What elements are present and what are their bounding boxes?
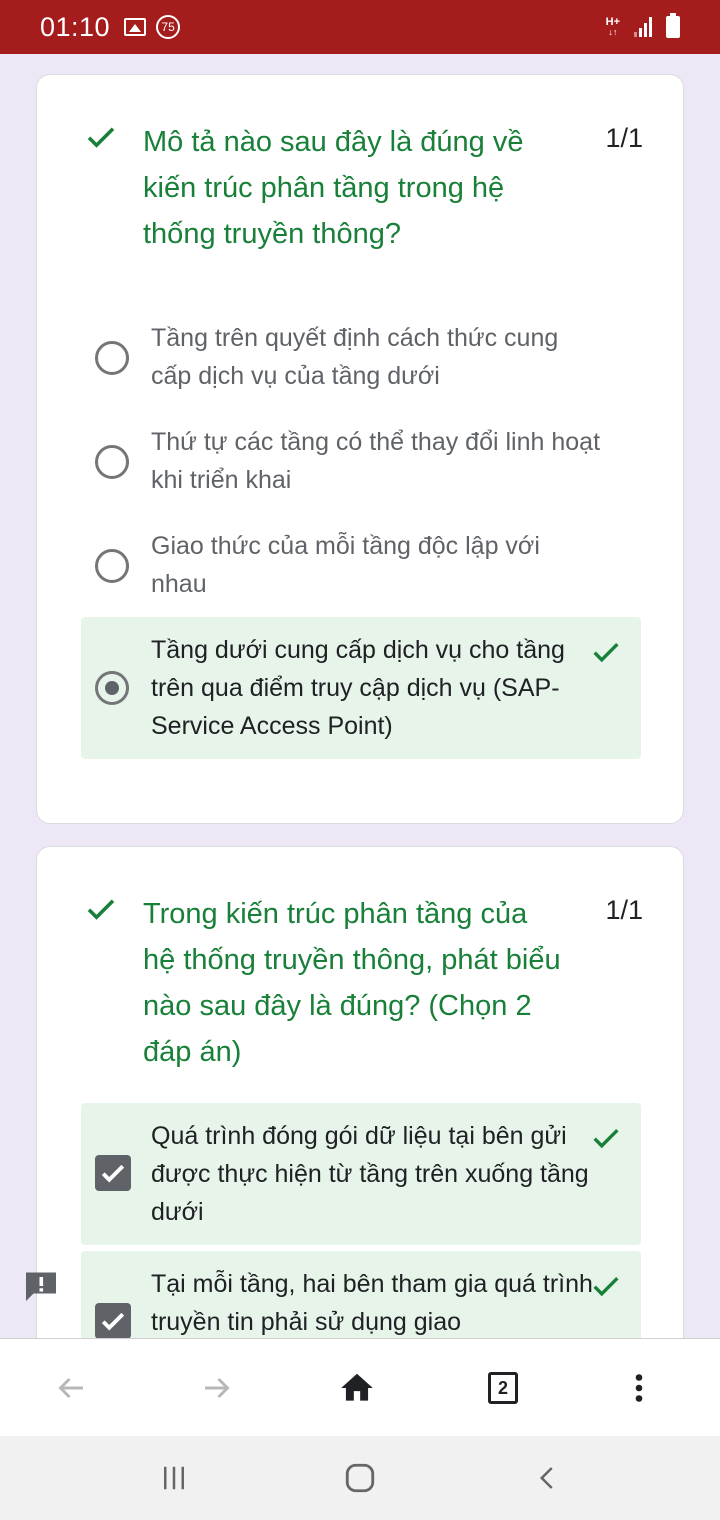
checkmark-icon [101, 1164, 125, 1183]
more-vert-icon [635, 1374, 643, 1402]
gallery-notification-icon [124, 18, 147, 36]
arrow-right-icon [205, 1377, 230, 1399]
question-title: Mô tả nào sau đây là đúng về kiến trúc p… [143, 126, 524, 250]
question-card: Mô tả nào sau đây là đúng về kiến trúc p… [36, 74, 684, 824]
option-label: Tầng dưới cung cấp dịch vụ cho tầng trên… [151, 636, 565, 740]
form-content[interactable]: Mô tả nào sau đây là đúng về kiến trúc p… [0, 54, 720, 1338]
question-card: Trong kiến trúc phân tầng của hệ thống t… [36, 846, 684, 1338]
radio-button[interactable] [95, 341, 129, 375]
answer-option-correct-selected[interactable]: Quá trình đóng gói dữ liệu tại bên gửi đ… [81, 1103, 641, 1245]
home-button[interactable] [332, 1363, 382, 1413]
home-circle-icon [345, 1463, 375, 1493]
back-button[interactable] [46, 1363, 96, 1413]
checkmark-icon [101, 1312, 125, 1331]
radio-button[interactable] [95, 549, 129, 583]
forward-button[interactable] [192, 1363, 242, 1413]
recent-apps-icon [164, 1466, 184, 1490]
chevron-left-icon [539, 1467, 553, 1489]
radio-button[interactable] [95, 445, 129, 479]
home-icon [341, 1373, 373, 1401]
option-label: Quá trình đóng gói dữ liệu tại bên gửi đ… [151, 1122, 589, 1226]
option-label: Thứ tự các tầng có thể thay đổi linh hoạ… [151, 428, 601, 494]
recent-apps-button[interactable] [144, 1458, 204, 1498]
answer-option[interactable]: Thứ tự các tầng có thể thay đổi linh hoạ… [81, 421, 641, 501]
correct-check-icon [87, 899, 115, 920]
correct-check-icon [593, 1129, 619, 1149]
answer-option-correct-selected[interactable]: Tại mỗi tầng, hai bên tham gia quá trình… [81, 1251, 641, 1338]
answer-option[interactable]: Giao thức của mỗi tầng độc lập với nhau [81, 525, 641, 605]
correct-check-icon [593, 643, 619, 663]
network-type-icon: H+ ↓↑ [605, 16, 620, 38]
option-label: Tầng trên quyết định cách thức cung cấp … [151, 324, 559, 390]
tab-count: 2 [488, 1372, 518, 1404]
checkbox-checked[interactable] [95, 1303, 131, 1338]
home-system-button[interactable] [330, 1458, 390, 1498]
browser-toolbar: 2 [0, 1338, 720, 1436]
answer-option-correct-selected[interactable]: Tầng dưới cung cấp dịch vụ cho tầng trên… [81, 617, 641, 759]
system-back-button[interactable] [518, 1458, 578, 1498]
option-label: Giao thức của mỗi tầng độc lập với nhau [151, 532, 540, 598]
system-navigation-bar [0, 1436, 720, 1520]
arrow-left-icon [58, 1377, 83, 1399]
notification-count-badge: 75 [156, 15, 181, 39]
more-menu-button[interactable] [614, 1363, 664, 1413]
option-label: Tại mỗi tầng, hai bên tham gia quá trình… [151, 1270, 593, 1336]
correct-check-icon [593, 1277, 619, 1297]
checkbox-checked[interactable] [95, 1155, 131, 1191]
answer-option[interactable]: Tầng trên quyết định cách thức cung cấp … [81, 317, 641, 397]
battery-icon [666, 13, 680, 38]
radio-button-selected[interactable] [95, 671, 129, 705]
question-score: 1/1 [605, 895, 643, 925]
status-bar: 01:10 75 H+ ↓↑ [0, 0, 720, 54]
signal-strength-icon [634, 17, 652, 37]
question-score: 1/1 [605, 123, 643, 153]
report-feedback-icon[interactable] [22, 1268, 60, 1304]
tab-switcher-button[interactable]: 2 [478, 1363, 528, 1413]
question-title: Trong kiến trúc phân tầng của hệ thống t… [143, 898, 561, 1068]
correct-check-icon [87, 127, 115, 148]
status-time: 01:10 [40, 11, 111, 42]
